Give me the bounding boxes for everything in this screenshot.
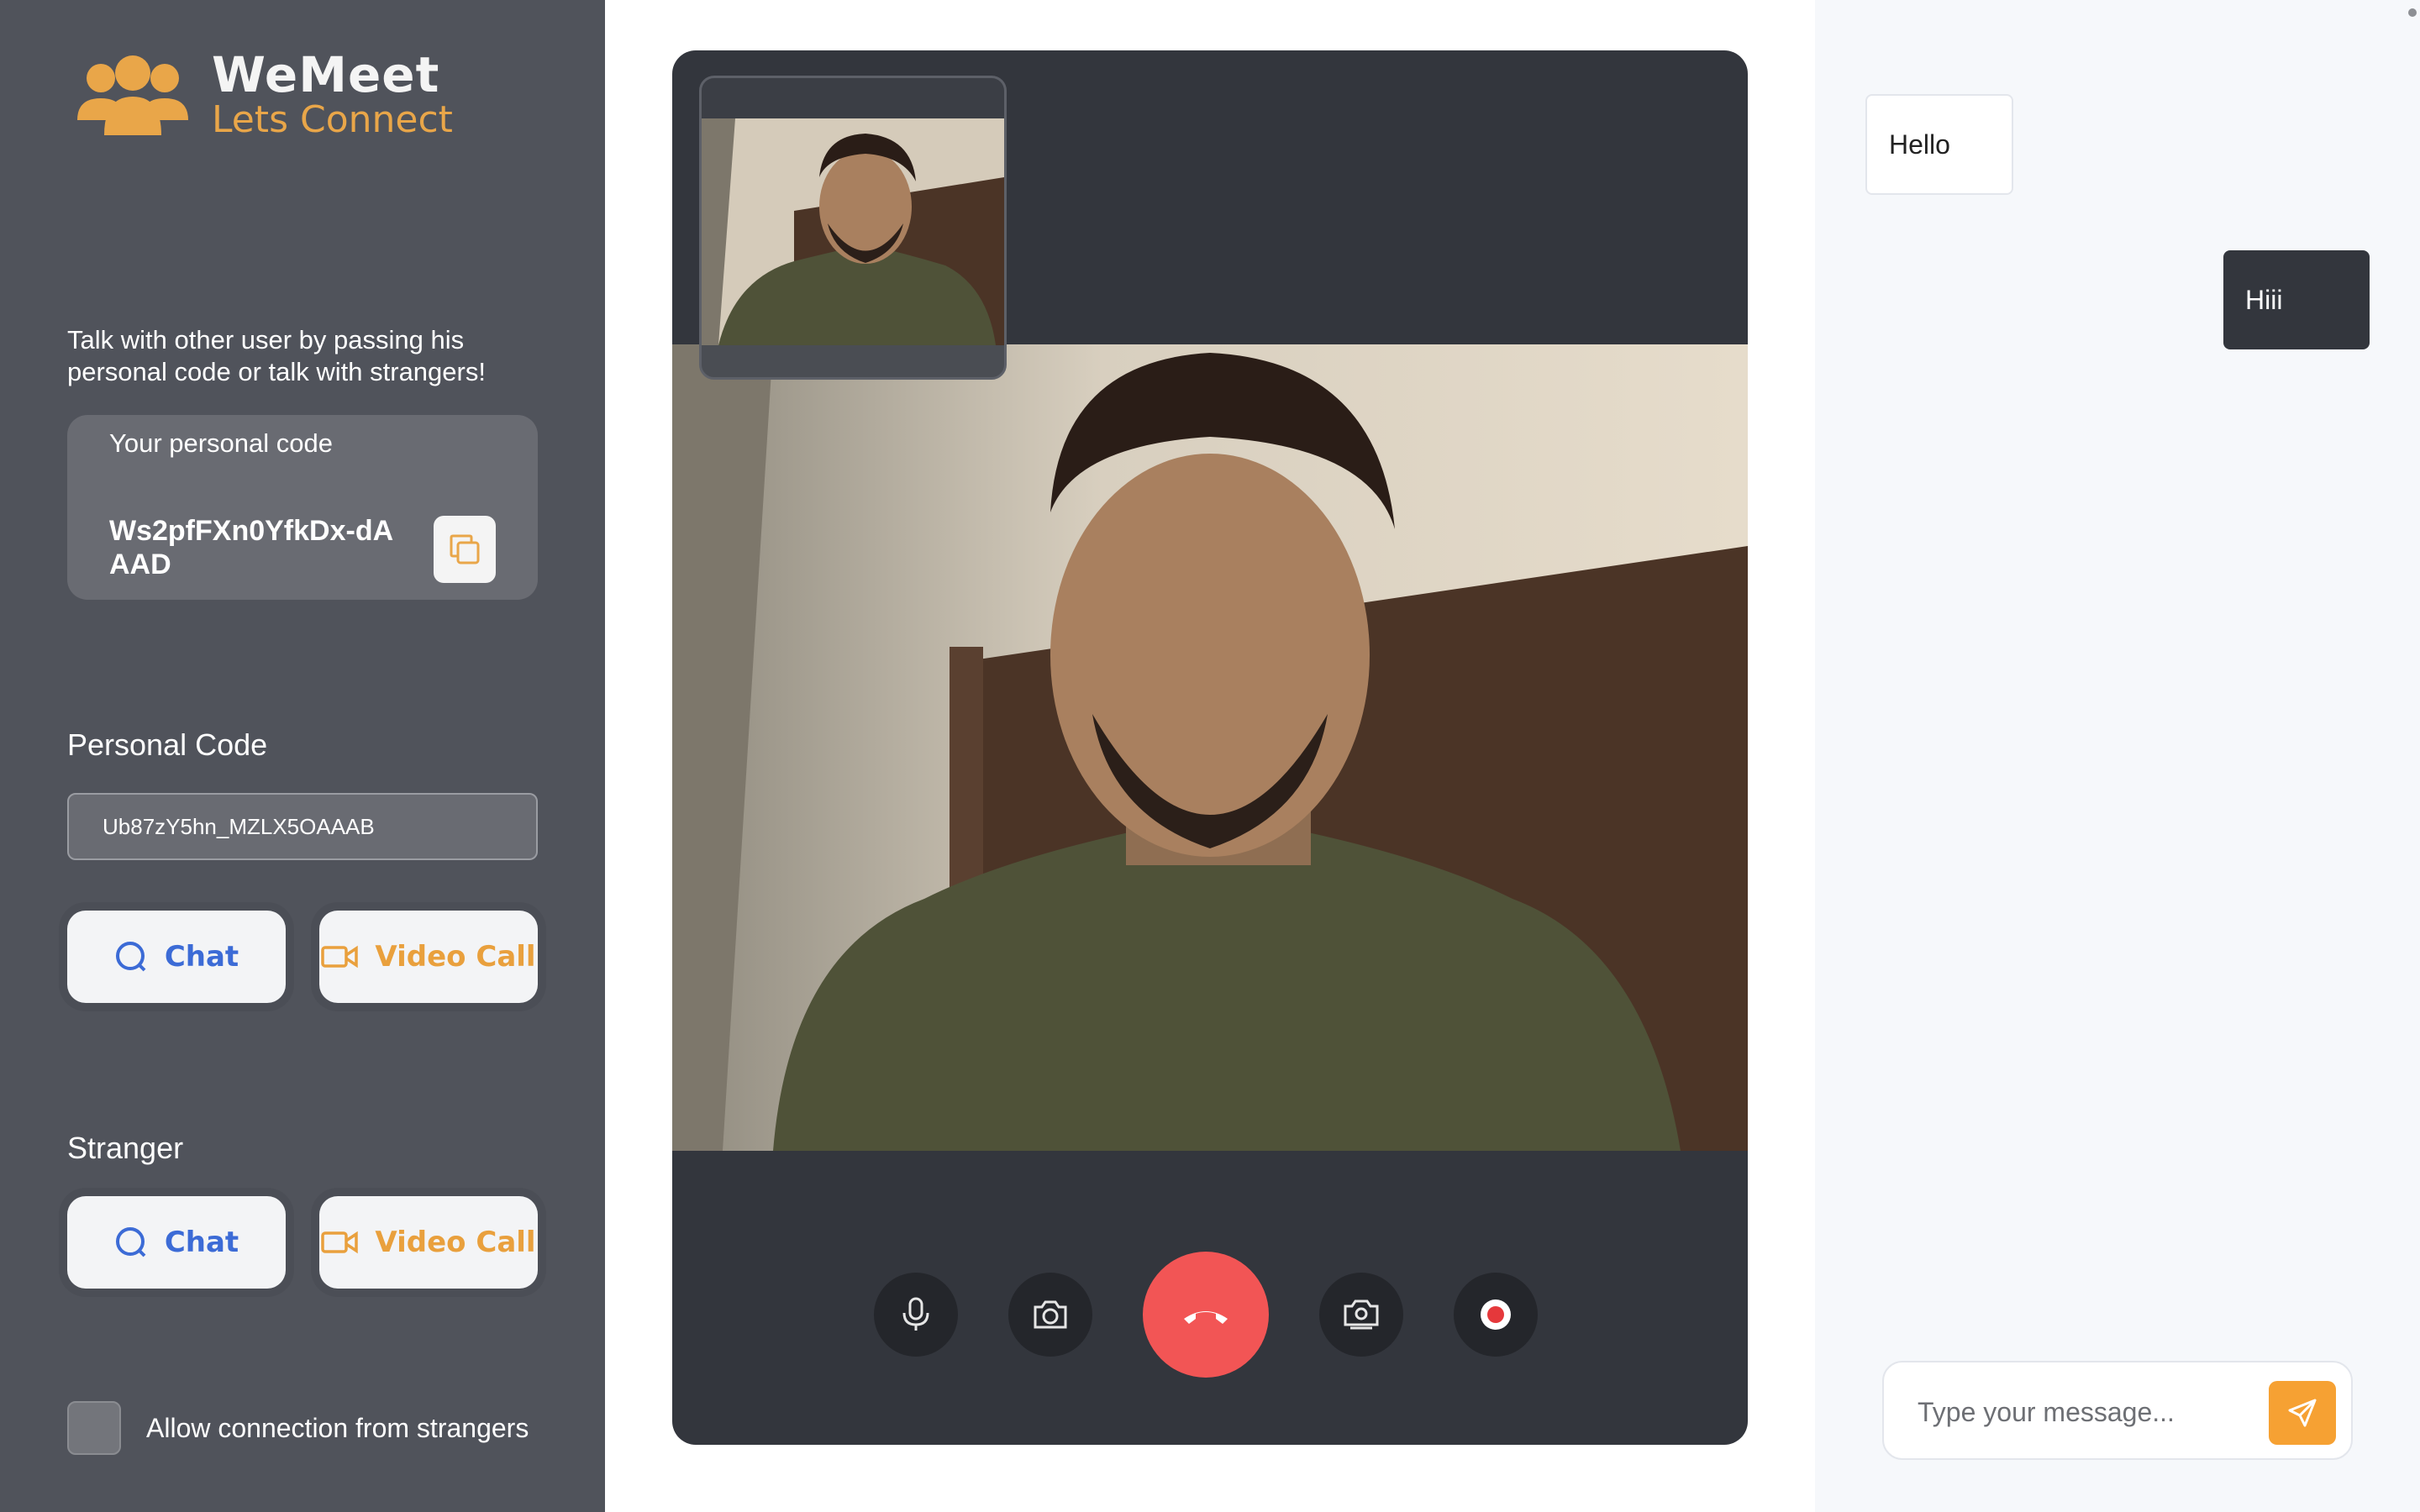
video-camera-icon [321, 1231, 359, 1254]
mic-button[interactable] [874, 1273, 958, 1357]
brand-tagline: Lets Connect [212, 98, 453, 141]
hang-up-button[interactable] [1143, 1252, 1269, 1378]
chat-label: Chat [164, 940, 239, 974]
video-call-panel [672, 50, 1748, 1445]
message-composer [1882, 1361, 2353, 1460]
personal-code-input[interactable] [67, 793, 538, 860]
microphone-icon [902, 1297, 929, 1331]
personal-code-card: Your personal code Ws2pfFXn0YfkDx-dAAAD [67, 415, 538, 600]
chat-label: Chat [164, 1226, 239, 1259]
chat-bubble-icon [115, 1227, 146, 1257]
personal-code-value: Ws2pfFXn0YfkDx-dAAAD [109, 515, 394, 580]
stranger-title: Stranger [67, 1131, 184, 1165]
switch-camera-icon [1344, 1299, 1379, 1330]
intro-text: Talk with other user by passing his pers… [67, 325, 486, 386]
local-preview-footer [702, 345, 1004, 377]
sidebar: WeMeet Lets Connect Talk with other user… [0, 0, 605, 1512]
local-video-frame [702, 118, 1004, 345]
message-input[interactable] [1918, 1388, 2254, 1436]
local-video [702, 118, 1004, 345]
logo: WeMeet Lets Connect [76, 46, 462, 147]
allow-strangers-checkbox[interactable] [67, 1401, 121, 1455]
remote-video-frame [672, 344, 1748, 1151]
video-camera-icon [321, 945, 359, 969]
local-video-preview[interactable] [699, 76, 1007, 380]
personal-chat-button[interactable]: Chat [67, 911, 286, 1003]
send-button[interactable] [2269, 1381, 2336, 1445]
personal-code-title: Personal Code [67, 727, 268, 762]
chat-panel: Hello Hiii [1815, 0, 2420, 1512]
copy-code-button[interactable] [434, 516, 496, 583]
allow-strangers-label: Allow connection from strangers [146, 1413, 529, 1443]
personal-video-call-button[interactable]: Video Call [319, 911, 538, 1003]
send-icon [2288, 1399, 2317, 1427]
brand-name: WeMeet [212, 46, 440, 103]
video-call-label: Video Call [375, 1226, 536, 1259]
personal-code-label: Your personal code [109, 428, 333, 458]
hang-up-icon [1184, 1311, 1228, 1324]
users-group-icon [77, 55, 188, 135]
status-dot [2408, 8, 2417, 17]
copy-icon [450, 534, 480, 564]
chat-bubble-icon [115, 942, 146, 972]
switch-camera-button[interactable] [1319, 1273, 1403, 1357]
record-button[interactable] [1454, 1273, 1538, 1357]
camera-icon [1034, 1300, 1067, 1329]
stranger-chat-button[interactable]: Chat [67, 1196, 286, 1289]
stranger-video-call-button[interactable]: Video Call [319, 1196, 538, 1289]
message-outgoing: Hiii [2223, 250, 2370, 349]
camera-toggle-button[interactable] [1008, 1273, 1092, 1357]
record-icon [1481, 1299, 1511, 1330]
video-call-label: Video Call [375, 940, 536, 974]
message-incoming: Hello [1865, 94, 2013, 195]
remote-video [672, 344, 1748, 1151]
